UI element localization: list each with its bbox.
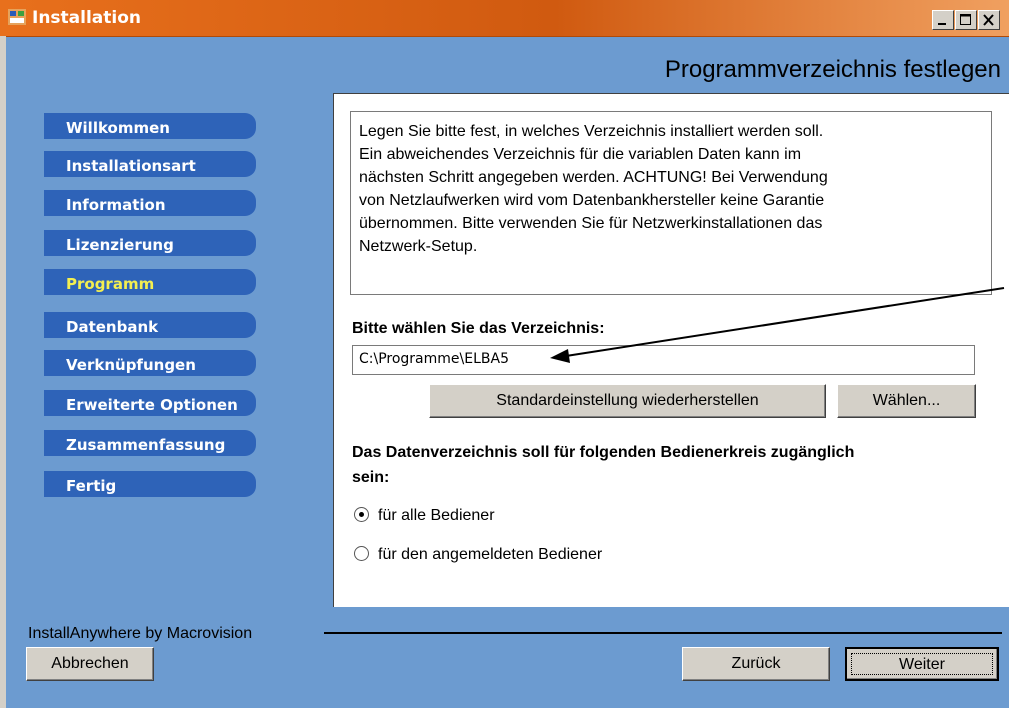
maximize-button[interactable] [955,10,977,30]
choose-directory-button[interactable]: Wählen... [837,384,976,418]
access-label: Das Datenverzeichnis soll für folgenden … [352,444,855,461]
focus-rect [851,653,993,675]
info-line: Legen Sie bitte fest, in welches Verzeic… [359,123,824,140]
access-label-cont: sein: [352,469,390,486]
radio-current-user[interactable]: für den angemeldeten Bediener [354,546,602,564]
sidebar-item-willkommen: Willkommen [44,113,256,139]
info-line: von Netzlaufwerken wird vom Datenbankher… [359,192,825,209]
directory-label: Bitte wählen Sie das Verzeichnis: [352,320,605,337]
info-line: Ein abweichendes Verzeichnis für die var… [359,146,802,163]
app-icon [8,9,26,25]
back-button-label: Zurück [731,655,781,672]
window-left-frame [0,36,6,708]
window-title: Installation [32,8,142,28]
sidebar-item-programm: Programm [44,269,256,295]
sidebar-item-information: Information [44,190,256,216]
sidebar-item-erweiterte-optionen: Erweiterte Optionen [44,390,256,416]
restore-defaults-button[interactable]: Standardeinstellung wiederherstellen [429,384,826,418]
cancel-button-label: Abbrechen [51,655,129,672]
sidebar-item-zusammenfassung: Zusammenfassung [44,430,256,456]
close-icon [983,14,994,26]
back-button[interactable]: Zurück [682,647,830,681]
radio-button[interactable] [354,546,369,561]
sidebar-item-datenbank: Datenbank [44,312,256,338]
footer-divider [324,632,1002,634]
directory-input[interactable]: C:\Programme\ELBA5 [352,345,975,375]
radio-all-users-label: für alle Bediener [378,507,495,524]
info-line: Netzwerk-Setup. [359,238,478,255]
minimize-icon [938,23,946,25]
minimize-button[interactable] [932,10,954,30]
content-panel: Legen Sie bitte fest, in welches Verzeic… [333,93,1009,607]
next-button[interactable]: Weiter [845,647,999,681]
sidebar-item-installationsart: Installationsart [44,151,256,177]
sidebar-item-verknuepfungen: Verknüpfungen [44,350,256,376]
close-button[interactable] [978,10,1000,30]
radio-current-user-label: für den angemeldeten Bediener [378,546,603,563]
cancel-button[interactable]: Abbrechen [26,647,154,681]
radio-all-users[interactable]: für alle Bediener [354,507,495,525]
title-bar[interactable]: Installation [0,0,1009,37]
maximize-icon [960,14,971,25]
info-line: übernommen. Bitte verwenden Sie für Netz… [359,215,823,232]
info-line: nächsten Schritt angegeben werden. ACHTU… [359,169,828,186]
vendor-label: InstallAnywhere by Macrovision [28,625,253,642]
sidebar-item-lizenzierung: Lizenzierung [44,230,256,256]
page-title: Programmverzeichnis festlegen [664,56,1001,83]
sidebar-item-fertig: Fertig [44,471,256,497]
radio-button-selected[interactable] [354,507,369,522]
radio-dot-icon [359,512,364,517]
info-text-box: Legen Sie bitte fest, in welches Verzeic… [350,111,992,295]
